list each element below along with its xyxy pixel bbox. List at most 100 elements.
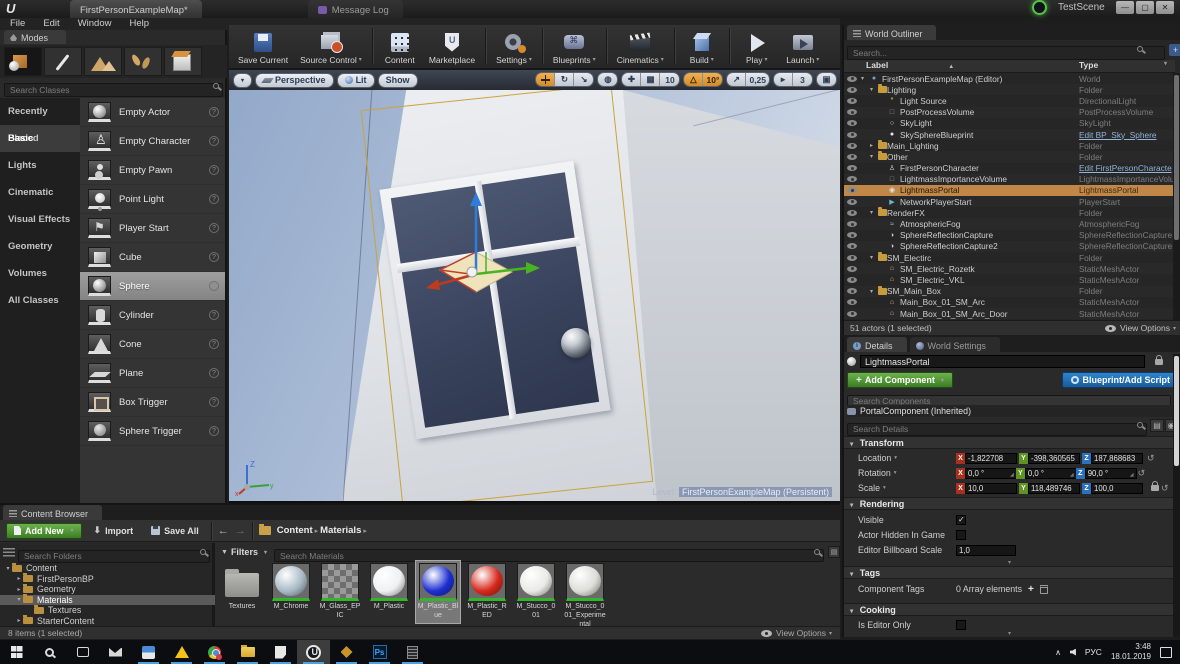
view-options-button[interactable]: View Options (776, 628, 826, 638)
search-details-input[interactable] (847, 422, 1147, 436)
outliner-row-sm-main-box[interactable]: ▾ SM_Main_Box Folder (844, 285, 1175, 297)
viewport-scene[interactable]: Z y x Level: FirstPersonExampleMap (Pers… (229, 90, 840, 501)
lock-icon[interactable] (1155, 354, 1163, 365)
rotate-tool-button[interactable]: ↻ (555, 73, 575, 86)
breadcrumb-materials[interactable]: Materials (320, 525, 361, 536)
toolbar-cinematics-button[interactable]: Cinematics ▾ (612, 26, 669, 66)
visibility-eye-icon[interactable] (847, 243, 857, 250)
scale-y-value[interactable]: 118,489746 (1028, 482, 1080, 494)
outliner-row-skylight[interactable]: ○ SkyLight SkyLight (844, 118, 1175, 129)
rotation-snap-value[interactable]: 10° (703, 73, 723, 86)
mode-category-recently-placed[interactable]: Recently Placed (0, 98, 80, 144)
toolbar-save-current-button[interactable]: Save Current (233, 26, 293, 66)
component-tree-item[interactable]: PortalComponent (Inherited) (847, 405, 1179, 417)
drag-widget-icon[interactable]: ◢ (1010, 472, 1014, 478)
asset-m-plastic-blue[interactable]: M_Plastic_Blue (415, 560, 461, 624)
expand-more-chevron[interactable]: ▾ (844, 630, 1175, 637)
expand-arrow-icon[interactable]: ▸ (15, 586, 23, 593)
expand-arrow-icon[interactable]: ▸ (15, 617, 23, 624)
drag-widget-icon[interactable]: ◢ (1070, 472, 1074, 478)
reset-to-default-icon[interactable]: ↺ (1161, 483, 1169, 494)
scale-snap-button[interactable]: ↗ (727, 73, 747, 86)
add-new-button[interactable]: Add New ▾ (6, 522, 82, 539)
forward-button[interactable]: → (235, 525, 246, 537)
visibility-eye-icon[interactable] (847, 86, 857, 93)
toolbar-source-control-button[interactable]: Source Control ▾ (295, 26, 367, 66)
visibility-eye-icon[interactable] (847, 265, 857, 272)
outliner-row-networkplayerstart[interactable]: ▶ NetworkPlayerStart PlayerStart (844, 196, 1175, 208)
landscape-mode-icon[interactable] (84, 47, 122, 76)
scale-lock-icon[interactable] (1151, 481, 1159, 492)
outliner-row-renderfx[interactable]: ▾ RenderFX Folder (844, 207, 1175, 218)
world-space-button[interactable]: ◍ (598, 73, 618, 86)
mode-item-box-trigger[interactable]: Box Trigger? (80, 388, 225, 417)
scale-z-value[interactable]: 100,0 (1091, 482, 1143, 494)
filters-button[interactable]: ▼ Filters ▾ (218, 547, 270, 557)
foliage-mode-icon[interactable] (124, 47, 162, 76)
toolbar-marketplace-button[interactable]: Marketplace (424, 26, 480, 66)
location-x-value[interactable]: -1,822708 (965, 452, 1017, 464)
visibility-eye-icon[interactable] (847, 209, 857, 216)
outliner-search-input[interactable] (847, 46, 1165, 60)
calc-taskbar-icon[interactable] (396, 640, 429, 664)
asset-textures[interactable]: Textures (220, 561, 264, 614)
menu-edit[interactable]: Edit (43, 18, 59, 30)
visibility-eye-icon[interactable] (847, 153, 857, 160)
scale-tool-button[interactable]: ↘ (574, 73, 594, 86)
outliner-row-sm-electirc[interactable]: ▾ SM_Electirc Folder (844, 252, 1175, 263)
toolbar-settings-button[interactable]: Settings ▾ (491, 26, 537, 66)
world-outliner-tab[interactable]: World Outliner (847, 25, 937, 40)
outliner-scrollbar[interactable] (1173, 73, 1180, 320)
location-y-field[interactable]: Y -398,360565 (1019, 452, 1080, 464)
visibility-eye-icon[interactable] (847, 187, 857, 194)
content-browser-tab[interactable]: Content Browser (3, 505, 103, 520)
save-search-icon[interactable]: ▤ (828, 546, 840, 558)
location-x-field[interactable]: X -1,822708 (956, 452, 1017, 464)
search-classes-input[interactable] (4, 83, 223, 97)
visibility-eye-icon[interactable] (847, 97, 857, 104)
visibility-eye-icon[interactable] (847, 120, 857, 127)
mode-item-empty-actor[interactable]: Empty Actor? (80, 98, 225, 127)
menu-help[interactable]: Help (129, 18, 149, 30)
expand-arrow-icon[interactable]: ▾ (15, 596, 23, 603)
visibility-eye-icon[interactable] (847, 254, 857, 261)
cooking-section-header[interactable]: ▾ Cooking (844, 603, 1175, 616)
mode-category-lights[interactable]: Lights (0, 152, 80, 179)
location-label[interactable]: Location ▾ (844, 453, 956, 463)
mode-category-all-classes[interactable]: All Classes (0, 287, 80, 314)
camera-speed-button[interactable]: ▸ (774, 73, 793, 86)
search-folders-input[interactable] (18, 549, 210, 563)
type-column-header[interactable]: Type (1079, 60, 1098, 70)
details-tab[interactable]: i Details (847, 337, 907, 352)
tags-section-header[interactable]: ▾ Tags (844, 566, 1175, 579)
taskview-taskbar-icon[interactable] (66, 640, 99, 664)
sources-toggle-icon[interactable] (3, 548, 15, 558)
rendering-section-header[interactable]: ▾ Rendering (844, 497, 1175, 510)
rotation-y-field[interactable]: Y 0,0 ° ◢ (1015, 467, 1077, 479)
expand-more-chevron[interactable]: ▾ (844, 559, 1175, 566)
camera-speed-value[interactable]: 3 (793, 73, 812, 86)
volume-icon[interactable] (1069, 648, 1076, 656)
mode-category-basic[interactable]: Basic (0, 125, 80, 152)
clock[interactable]: 3:48 18.01.2019 (1111, 642, 1151, 663)
mode-item-empty-character[interactable]: Empty Character? (80, 127, 225, 156)
visibility-eye-icon[interactable] (847, 310, 857, 317)
outliner-row-main-box-01-sm-arc-door[interactable]: ⌂ Main_Box_01_SM_Arc_Door StaticMeshActor (844, 307, 1175, 320)
outliner-row-other[interactable]: ▾ Other Folder (844, 151, 1175, 163)
scale-y-field[interactable]: Y 118,489746 (1019, 482, 1080, 494)
place-mode-icon[interactable] (4, 47, 42, 76)
window-tab-message-log[interactable]: Message Log (307, 0, 403, 18)
asset-m-glass-epic[interactable]: M_Glass_EPIC (318, 561, 362, 623)
add-element-icon[interactable]: + (1028, 584, 1034, 595)
expand-arrow-icon[interactable]: ▾ (861, 75, 869, 82)
visibility-eye-icon[interactable] (847, 299, 857, 306)
mode-category-cinematic[interactable]: Cinematic (0, 179, 80, 206)
lit-button[interactable]: Lit (336, 72, 375, 88)
location-z-field[interactable]: Z 187,868683 (1082, 452, 1143, 464)
mode-category-geometry[interactable]: Geometry (0, 233, 80, 260)
outliner-row-lighting[interactable]: ▾ Lighting Folder (844, 84, 1175, 96)
mail-taskbar-icon[interactable] (99, 640, 132, 664)
mode-category-visual-effects[interactable]: Visual Effects (0, 206, 80, 233)
location-z-value[interactable]: 187,868683 (1091, 452, 1143, 464)
outliner-row-sm-electric-rozetk[interactable]: ⌂ SM_Electric_Rozetk StaticMeshActor (844, 263, 1175, 275)
